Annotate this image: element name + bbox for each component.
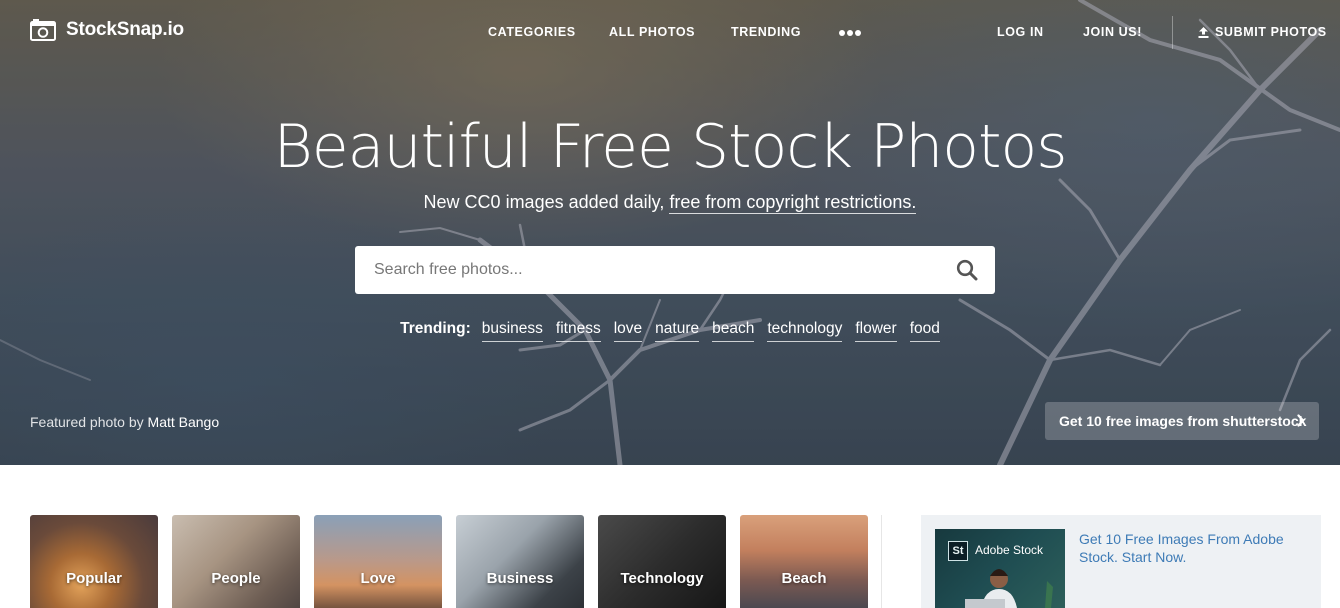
trending-tag[interactable]: love bbox=[613, 320, 643, 342]
adobe-stock-ad[interactable]: St Adobe Stock Get 10 Free Images From A… bbox=[921, 515, 1321, 608]
page-subtitle: New CC0 images added daily, free from co… bbox=[0, 192, 1340, 214]
category-label: People bbox=[211, 570, 261, 587]
trending-tag[interactable]: beach bbox=[712, 320, 755, 342]
trending-tag[interactable]: food bbox=[909, 320, 940, 342]
nav-all-photos[interactable]: ALL PHOTOS bbox=[609, 25, 695, 39]
trending-tag[interactable]: technology bbox=[767, 320, 843, 342]
category-popular[interactable]: Popular bbox=[30, 515, 158, 608]
trending-tag[interactable]: flower bbox=[855, 320, 897, 342]
category-label: Popular bbox=[66, 570, 122, 587]
shutterstock-button-label: Get 10 free images from shutterstock bbox=[1059, 413, 1307, 429]
ad-image: St Adobe Stock bbox=[935, 529, 1065, 608]
nav-join[interactable]: JOIN US! bbox=[1083, 25, 1142, 39]
search-icon bbox=[956, 259, 978, 281]
category-tiles: Popular People Love Business Technology … bbox=[30, 515, 868, 608]
subtitle-lead: New CC0 images added daily, bbox=[423, 192, 665, 212]
top-nav: StockSnap.io CATEGORIES ALL PHOTOS TREND… bbox=[0, 0, 1340, 64]
featured-prefix: Featured photo by bbox=[30, 414, 144, 430]
logo-text: StockSnap.io bbox=[66, 19, 184, 40]
hero-overlay bbox=[0, 0, 1340, 465]
nav-trending[interactable]: TRENDING bbox=[731, 25, 801, 39]
category-label: Beach bbox=[781, 570, 827, 587]
trending-tag[interactable]: business bbox=[481, 320, 543, 342]
featured-author-link[interactable]: Matt Bango bbox=[148, 414, 220, 430]
category-label: Technology bbox=[620, 570, 704, 587]
nav-log-in[interactable]: LOG IN bbox=[997, 25, 1044, 39]
category-technology[interactable]: Technology bbox=[598, 515, 726, 608]
hero-section: StockSnap.io CATEGORIES ALL PHOTOS TREND… bbox=[0, 0, 1340, 465]
featured-credit: Featured photo by Matt Bango bbox=[30, 414, 219, 430]
copyright-link[interactable]: free from copyright restrictions. bbox=[669, 192, 917, 214]
trending-tags: Trending: business fitness love nature b… bbox=[0, 320, 1340, 342]
ad-person-illustration bbox=[965, 569, 1053, 608]
camera-icon bbox=[30, 19, 56, 41]
trending-tag[interactable]: fitness bbox=[555, 320, 601, 342]
chevron-right-icon bbox=[1297, 414, 1305, 427]
category-people[interactable]: People bbox=[172, 515, 300, 608]
category-love[interactable]: Love bbox=[314, 515, 442, 608]
page-title: Beautiful Free Stock Photos bbox=[273, 112, 1067, 182]
search-bar bbox=[355, 246, 995, 294]
nav-submit-photos[interactable]: SUBMIT PHOTOS bbox=[1198, 25, 1327, 39]
shutterstock-button[interactable]: Get 10 free images from shutterstock bbox=[1045, 402, 1319, 440]
trending-label: Trending: bbox=[400, 320, 471, 337]
nav-categories[interactable]: CATEGORIES bbox=[488, 25, 576, 39]
trending-tag[interactable]: nature bbox=[655, 320, 700, 342]
search-button[interactable] bbox=[939, 246, 995, 294]
upload-icon bbox=[1198, 26, 1209, 38]
ad-text-link[interactable]: Get 10 Free Images From Adobe Stock. Sta… bbox=[1079, 530, 1304, 566]
nav-submit-label: SUBMIT PHOTOS bbox=[1215, 25, 1327, 39]
section-divider bbox=[881, 515, 882, 608]
search-input[interactable] bbox=[355, 246, 939, 294]
category-label: Love bbox=[360, 570, 396, 587]
category-beach[interactable]: Beach bbox=[740, 515, 868, 608]
site-logo[interactable]: StockSnap.io bbox=[30, 19, 184, 41]
nav-divider bbox=[1172, 16, 1173, 49]
category-business[interactable]: Business bbox=[456, 515, 584, 608]
category-label: Business bbox=[486, 570, 554, 587]
ellipsis-icon[interactable] bbox=[838, 25, 862, 39]
